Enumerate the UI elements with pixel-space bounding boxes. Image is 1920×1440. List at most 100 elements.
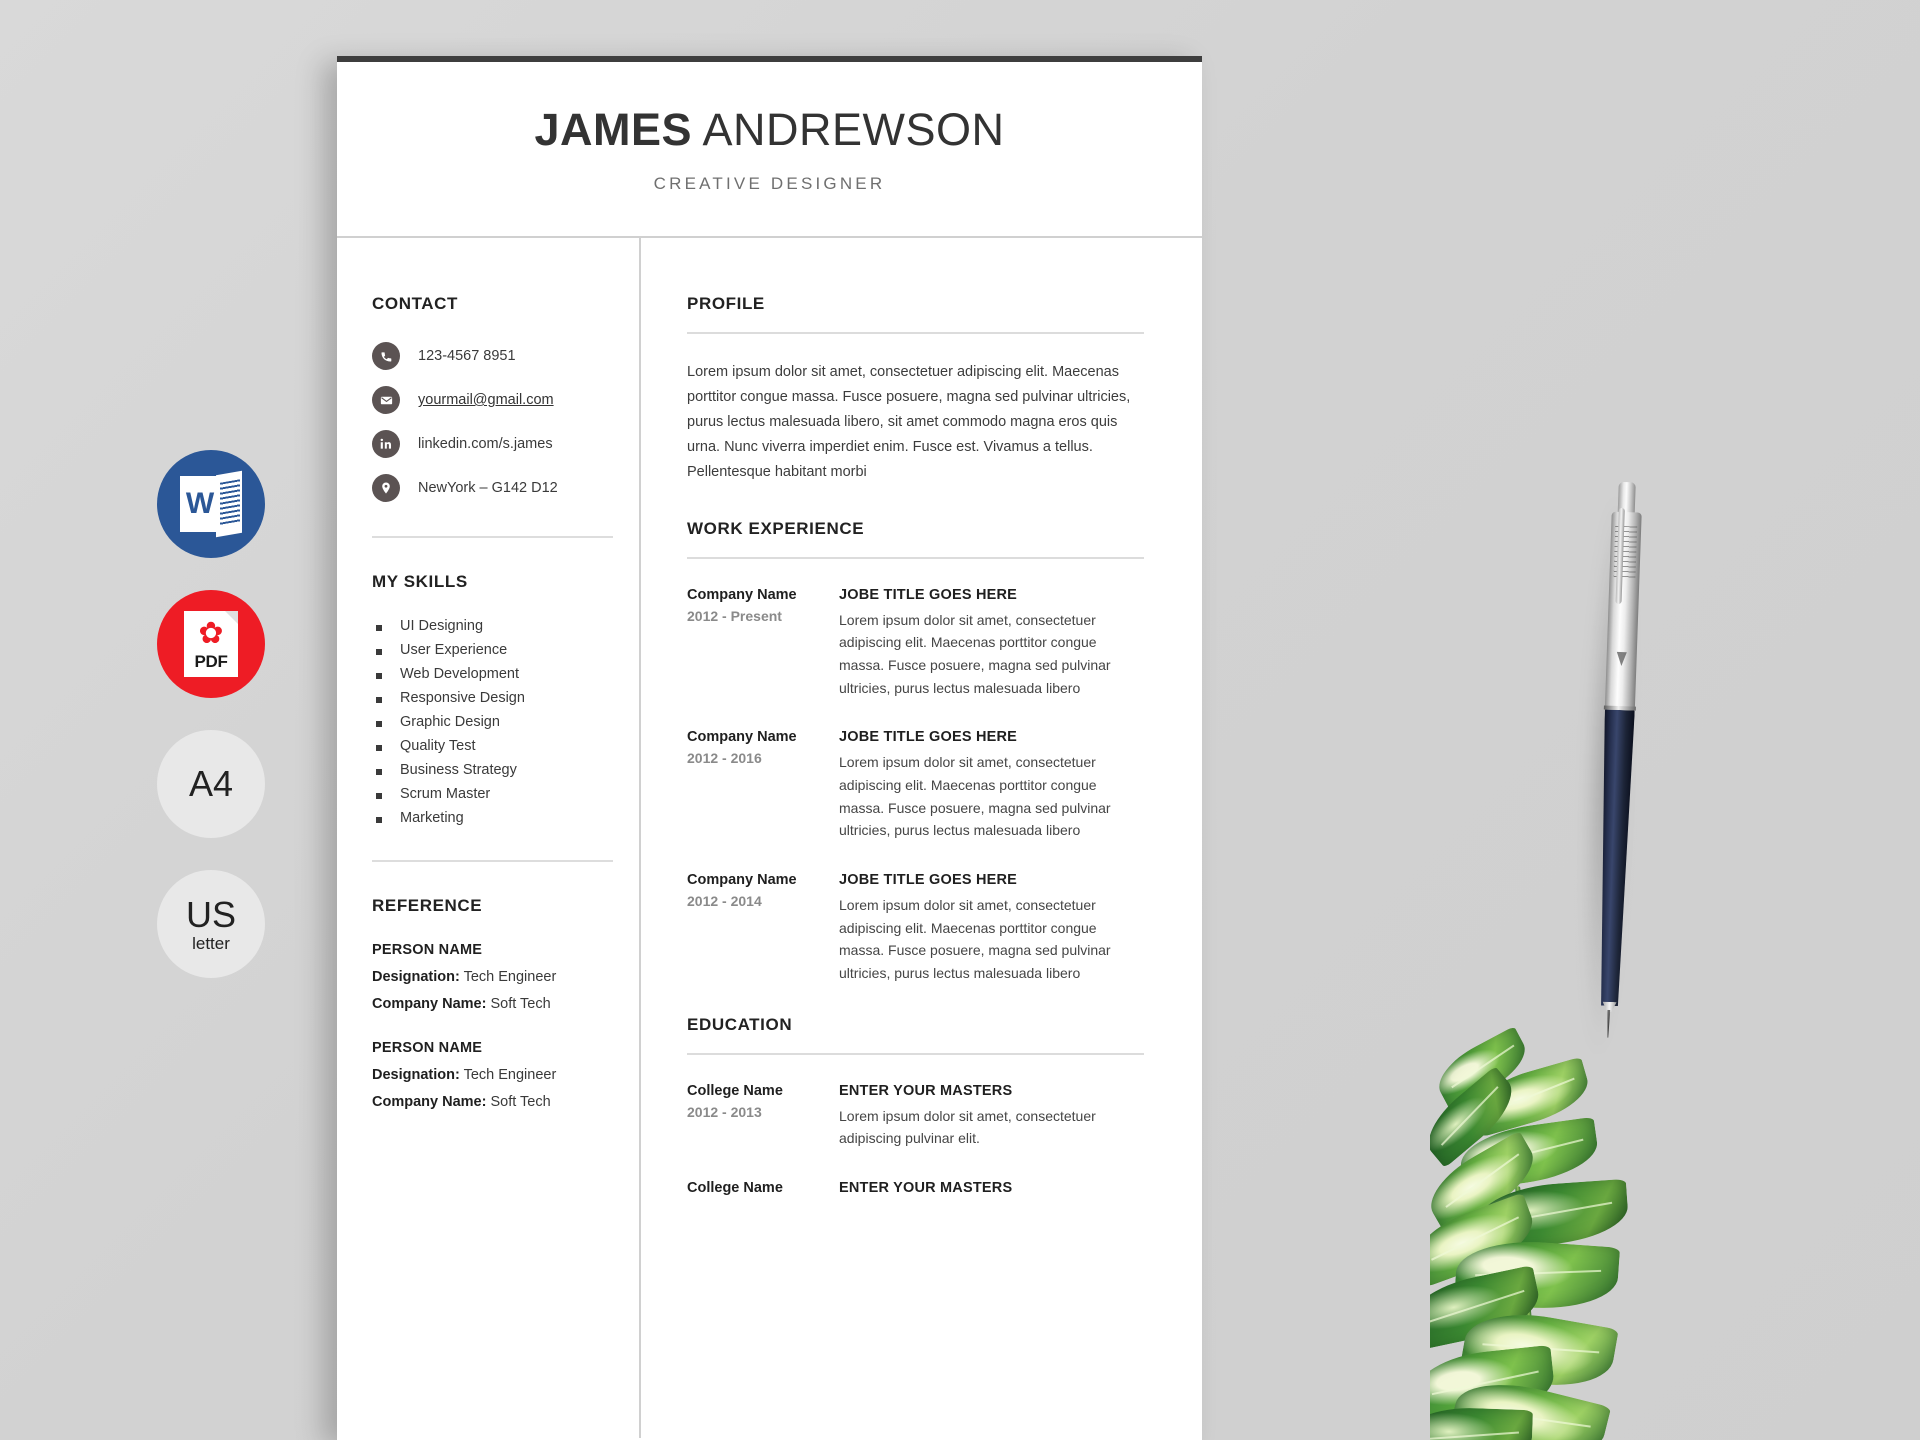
work-experience-entry: Company Name 2012 - 2014 JOBE TITLE GOES… — [687, 872, 1144, 985]
experience-date: 2012 - 2016 — [687, 750, 762, 767]
list-item: Graphic Design — [372, 714, 613, 730]
education-college: College Name — [687, 1180, 783, 1197]
reference-section-title: REFERENCE — [372, 896, 483, 915]
section-rule — [687, 1052, 1144, 1055]
experience-job-title: JOBE TITLE GOES HERE — [839, 872, 1018, 889]
list-item[interactable]: 123-4567 8951 — [372, 342, 613, 370]
experience-company: Company Name — [687, 586, 797, 603]
contact-email-text[interactable]: yourmail@gmail.com — [418, 392, 554, 408]
list-item: UI Designing — [372, 618, 613, 634]
badge-word-format[interactable]: W — [157, 450, 265, 558]
phone-icon — [372, 342, 400, 370]
word-doc-icon: W — [180, 470, 242, 538]
experience-date: 2012 - Present — [687, 607, 782, 624]
divider — [372, 536, 613, 538]
list-item[interactable]: NewYork – G142 D12 — [372, 474, 613, 502]
resume-right-column: PROFILE Lorem ipsum dolor sit amet, cons… — [641, 238, 1202, 1438]
work-experience-list: Company Name 2012 - Present JOBE TITLE G… — [687, 587, 1144, 985]
pdf-icon-label: PDF — [194, 652, 228, 671]
reference-company: Company Name: Soft Tech — [372, 1094, 613, 1110]
page-title: JAMES ANDREWSON — [534, 104, 1004, 156]
list-item[interactable]: linkedin.com/s.james — [372, 430, 613, 458]
experience-date: 2012 - 2014 — [687, 893, 762, 910]
divider — [372, 860, 613, 862]
work-experience-section-title: WORK EXPERIENCE — [687, 518, 865, 538]
us-letter-sublabel: letter — [192, 933, 230, 953]
resume-header: JAMES ANDREWSON CREATIVE DESIGNER — [337, 62, 1202, 238]
education-degree: ENTER YOUR MASTERS — [839, 1082, 1013, 1099]
contact-location-text: NewYork – G142 D12 — [418, 480, 558, 496]
reference-designation-value: Tech Engineer — [463, 1067, 557, 1083]
linkedin-icon — [372, 430, 400, 458]
contact-linkedin-text: linkedin.com/s.james — [418, 436, 553, 452]
badge-us-letter-format[interactable]: US letter — [157, 870, 265, 978]
houseplant-decoration — [1430, 1016, 1920, 1440]
list-item: Web Development — [372, 666, 613, 682]
section-work-experience: WORK EXPERIENCE Company Name 2012 - Pres… — [687, 519, 1144, 985]
reference-entry: PERSON NAME Designation: Tech Engineer C… — [372, 1040, 613, 1110]
education-date: 2012 - 2013 — [687, 1103, 762, 1120]
envelope-icon — [372, 386, 400, 414]
reference-company-value: Soft Tech — [490, 1094, 551, 1110]
work-experience-entry: Company Name 2012 - Present JOBE TITLE G… — [687, 587, 1144, 700]
reference-designation-label: Designation: — [372, 969, 460, 985]
list-item: Responsive Design — [372, 690, 613, 706]
list-item[interactable]: yourmail@gmail.com — [372, 386, 613, 414]
profile-paragraph: Lorem ipsum dolor sit amet, consectetuer… — [687, 364, 1131, 480]
reference-entry: PERSON NAME Designation: Tech Engineer C… — [372, 942, 613, 1012]
contact-section-title: CONTACT — [372, 294, 459, 313]
list-item: Business Strategy — [372, 762, 613, 778]
resume-left-column: CONTACT 123-4567 8951 yourmail@gmail.com… — [337, 238, 641, 1438]
reference-designation: Designation: Tech Engineer — [372, 969, 613, 985]
section-reference: REFERENCE PERSON NAME Designation: Tech … — [372, 896, 613, 1110]
experience-description: Lorem ipsum dolor sit amet, consectetuer… — [839, 754, 1111, 839]
us-letter-label: US — [185, 893, 236, 935]
location-pin-icon — [372, 474, 400, 502]
a4-label: A4 — [188, 763, 234, 804]
education-college: College Name — [687, 1082, 783, 1099]
education-section-title: EDUCATION — [687, 1014, 793, 1034]
last-name: ANDREWSON — [702, 104, 1005, 155]
list-item: Marketing — [372, 810, 613, 826]
reference-designation-label: Designation: — [372, 1067, 460, 1083]
badge-pdf-format[interactable]: ✿ PDF — [157, 590, 265, 698]
education-entry: College Name 2012 - 2013 ENTER YOUR MAST… — [687, 1083, 1144, 1150]
skills-section-title: MY SKILLS — [372, 572, 468, 591]
section-rule — [687, 332, 1144, 334]
education-entry: College Name ENTER YOUR MASTERS — [687, 1180, 1144, 1202]
section-rule — [687, 556, 1144, 559]
reference-company-label: Company Name: — [372, 996, 487, 1012]
experience-job-title: JOBE TITLE GOES HERE — [839, 586, 1018, 603]
experience-description: Lorem ipsum dolor sit amet, consectetuer… — [839, 611, 1111, 696]
reference-list: PERSON NAME Designation: Tech Engineer C… — [372, 942, 613, 1110]
format-badge-column: W ✿ PDF A4 US letter — [155, 450, 267, 978]
education-degree: ENTER YOUR MASTERS — [839, 1180, 1013, 1197]
contact-phone-text: 123-4567 8951 — [418, 348, 516, 364]
badge-a4-format[interactable]: A4 — [157, 730, 265, 838]
experience-company: Company Name — [687, 872, 797, 889]
section-education: EDUCATION College Name 2012 - 2013 ENTER… — [687, 1015, 1144, 1202]
reference-person-name: PERSON NAME — [372, 942, 483, 958]
section-contact: CONTACT 123-4567 8951 yourmail@gmail.com… — [372, 294, 613, 502]
acrobat-swirl-icon: ✿ — [198, 617, 224, 650]
experience-description: Lorem ipsum dolor sit amet, consectetuer… — [839, 897, 1111, 982]
work-experience-entry: Company Name 2012 - 2016 JOBE TITLE GOES… — [687, 729, 1144, 842]
experience-company: Company Name — [687, 729, 797, 746]
profile-section-title: PROFILE — [687, 294, 765, 313]
education-description: Lorem ipsum dolor sit amet, consectetuer… — [839, 1107, 1096, 1147]
section-skills: MY SKILLS UI Designing User Experience W… — [372, 572, 613, 826]
list-item: User Experience — [372, 642, 613, 658]
section-profile: PROFILE Lorem ipsum dolor sit amet, cons… — [687, 294, 1144, 485]
experience-job-title: JOBE TITLE GOES HERE — [839, 729, 1018, 746]
skills-list: UI Designing User Experience Web Develop… — [372, 618, 613, 826]
word-icon-letter: W — [185, 487, 215, 520]
ballpoint-pen-decoration — [1575, 481, 1646, 1057]
first-name: JAMES — [534, 104, 692, 155]
resume-body: CONTACT 123-4567 8951 yourmail@gmail.com… — [337, 238, 1202, 1438]
reference-company: Company Name: Soft Tech — [372, 996, 613, 1012]
reference-company-label: Company Name: — [372, 1094, 487, 1110]
list-item: Quality Test — [372, 738, 613, 754]
list-item: Scrum Master — [372, 786, 613, 802]
scene-background: W ✿ PDF A4 US letter JAMES ANDREWSON CRE… — [0, 0, 1920, 1440]
reference-person-name: PERSON NAME — [372, 1040, 483, 1056]
